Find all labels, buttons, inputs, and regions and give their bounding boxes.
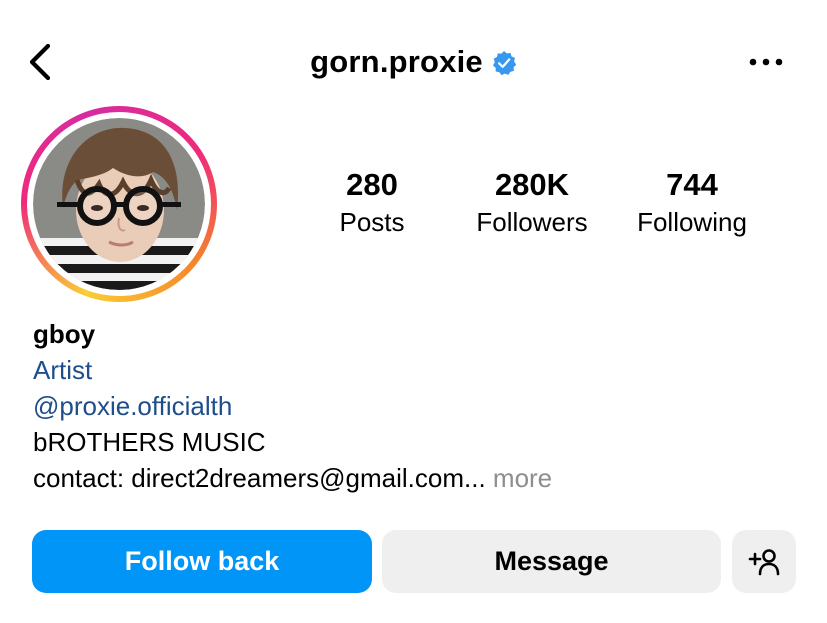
bio-text-line: bROTHERS MUSIC bbox=[33, 427, 266, 457]
following-count-label: Following bbox=[637, 207, 747, 237]
profile-avatar[interactable] bbox=[21, 106, 217, 302]
add-person-icon bbox=[748, 548, 780, 575]
verified-badge-icon bbox=[492, 50, 517, 76]
profile-username: gorn.proxie bbox=[310, 44, 483, 79]
bio-contact-text: contact: direct2dreamers@gmail.com... bbox=[33, 463, 486, 493]
avatar-border bbox=[27, 112, 211, 296]
profile-bio: gboy Artist @proxie.officialth bROTHERS … bbox=[33, 316, 793, 496]
posts-count-label: Posts bbox=[339, 207, 405, 237]
posts-count-value: 280 bbox=[346, 167, 398, 202]
bio-contact-line: contact: direct2dreamers@gmail.com... mo… bbox=[33, 460, 793, 496]
display-name: gboy bbox=[33, 319, 96, 349]
suggested-users-button[interactable] bbox=[732, 530, 796, 593]
followers-count-value: 280K bbox=[494, 167, 570, 202]
message-button[interactable]: Message bbox=[382, 530, 721, 593]
bio-more-link[interactable]: more bbox=[493, 463, 552, 493]
followers-count-label: Followers bbox=[476, 207, 588, 237]
back-button[interactable] bbox=[22, 40, 58, 84]
more-options-button[interactable] bbox=[744, 44, 788, 80]
profile-header: gorn.proxie bbox=[0, 40, 827, 84]
following-count[interactable]: 744 Following bbox=[617, 166, 767, 240]
profile-page: gorn.proxie 280 Posts 280K Followers 744… bbox=[0, 0, 827, 623]
avatar-photo bbox=[33, 118, 205, 290]
more-horizontal-icon bbox=[749, 58, 783, 66]
posts-count[interactable]: 280 Posts bbox=[297, 166, 447, 240]
category-label[interactable]: Artist bbox=[33, 352, 793, 388]
follow-back-button[interactable]: Follow back bbox=[32, 530, 372, 593]
following-count-value: 744 bbox=[666, 167, 718, 202]
mention-link[interactable]: @proxie.officialth bbox=[33, 388, 793, 424]
followers-count[interactable]: 280K Followers bbox=[457, 166, 607, 240]
chevron-left-icon bbox=[29, 43, 51, 81]
